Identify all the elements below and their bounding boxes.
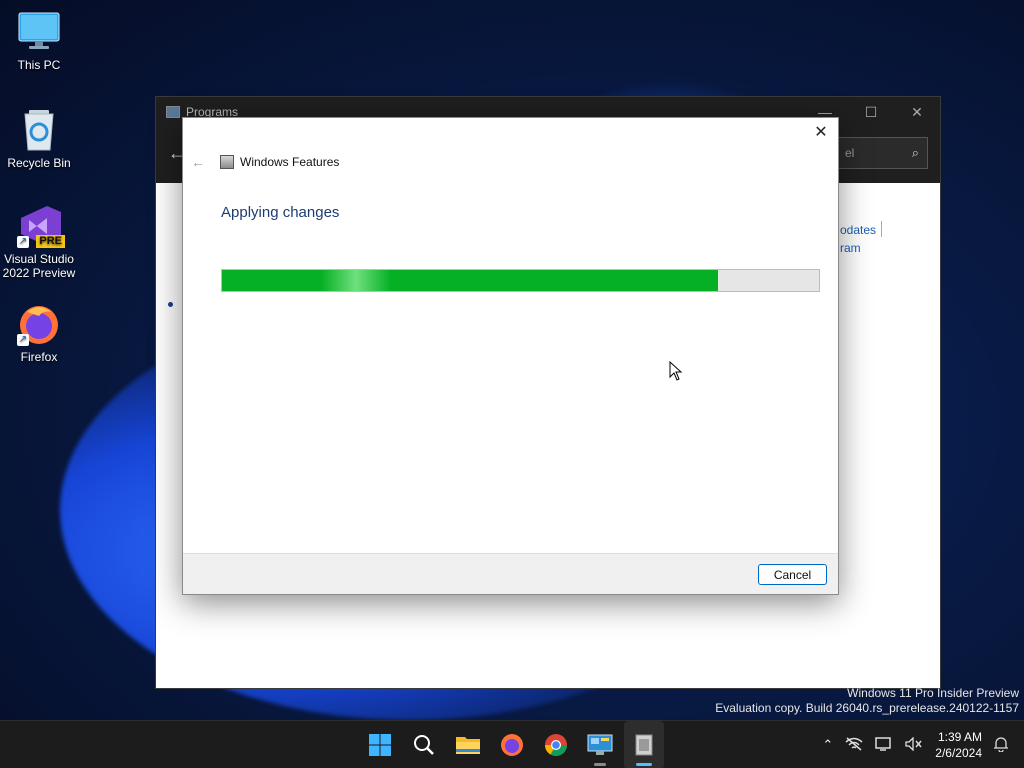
clock-date: 2/6/2024 [935,746,982,760]
system-tray: ⌃ 1:39 AM 2/6/2024 [822,721,1024,768]
search-icon [414,735,434,755]
desktop-icon-label: Visual Studio 2022 Preview [2,252,76,280]
network-disconnected-icon[interactable] [845,736,863,754]
progress-bar-fill [222,270,718,291]
search-placeholder: el [845,146,855,160]
running-indicator [594,763,606,766]
watermark-line-2: Evaluation copy. Build 26040.rs_prerelea… [715,701,1019,715]
evaluation-watermark: Windows 11 Pro Insider Preview Evaluatio… [715,686,1019,716]
applying-changes-heading: Applying changes [221,204,340,221]
active-indicator [636,763,652,766]
close-button[interactable]: ✕ [894,104,940,121]
start-button[interactable] [360,721,400,768]
taskbar-search-button[interactable] [404,721,444,768]
volume-muted-icon[interactable] [905,735,923,754]
taskbar-windows-features[interactable] [624,721,664,768]
control-panel-icon [166,106,180,118]
desktop-icon-visual-studio[interactable]: PRE ↗ Visual Studio 2022 Preview [2,204,76,280]
visual-studio-icon: PRE ↗ [17,204,65,248]
windows-features-icon [220,155,234,169]
dialog-footer: Cancel [183,553,838,594]
watermark-line-1: Windows 11 Pro Insider Preview [847,686,1019,700]
firefox-icon [501,734,523,756]
search-input[interactable]: el ⌕ [838,137,928,169]
chrome-icon [545,734,567,756]
recycle-bin-icon [17,108,61,152]
firefox-icon: ↗ [17,302,61,346]
file-explorer-icon [456,737,480,754]
view-updates-link[interactable]: odates [840,223,876,237]
monitor-icon [17,10,61,54]
desktop-icon-label: Firefox [20,350,58,364]
cancel-button[interactable]: Cancel [758,564,827,585]
close-icon[interactable]: ✕ [812,124,830,142]
desktop-icon-this-pc[interactable]: This PC [2,10,76,72]
dialog-title: Windows Features [240,155,340,169]
desktop-icon-label: This PC [17,58,61,72]
clock[interactable]: 1:39 AM 2/6/2024 [935,729,982,761]
taskbar-firefox[interactable] [492,721,532,768]
windows-features-dialog: ✕ ← Windows Features Applying changes Ca… [182,117,839,595]
search-icon: ⌕ [911,145,919,160]
control-panel-icon [587,734,613,755]
shortcut-arrow-icon: ↗ [17,334,29,346]
list-bullet [168,302,173,307]
clock-time: 1:39 AM [937,730,982,744]
link-divider [881,221,882,237]
maximize-button[interactable]: ☐ [848,104,894,121]
mouse-cursor-icon [669,361,683,381]
notification-bell-icon[interactable] [994,736,1008,755]
shortcut-arrow-icon: ↗ [17,236,29,248]
program-link[interactable]: ram [840,241,861,255]
display-icon[interactable] [875,736,893,754]
taskbar-control-panel[interactable] [580,721,620,768]
chevron-up-icon[interactable]: ⌃ [822,737,833,753]
desktop-icon-firefox[interactable]: ↗ Firefox [2,302,76,364]
taskbar-apps [360,721,664,768]
back-arrow-icon[interactable]: ← [191,154,205,170]
desktop-icon-label: Recycle Bin [7,156,71,170]
taskbar: ⌃ 1:39 AM 2/6/2024 [0,720,1024,768]
windows-features-icon [635,734,653,756]
preview-badge: PRE [36,235,65,248]
start-icon [369,734,391,756]
progress-bar [221,269,820,292]
taskbar-chrome[interactable] [536,721,576,768]
desktop-icon-recycle-bin[interactable]: Recycle Bin [2,108,76,170]
taskbar-file-explorer[interactable] [448,721,488,768]
